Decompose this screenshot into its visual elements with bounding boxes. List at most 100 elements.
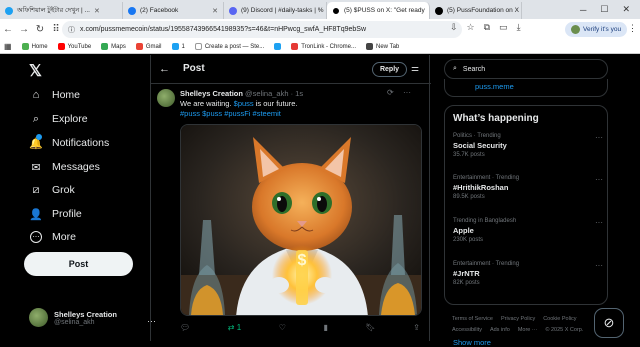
views-icon[interactable]: ▮ — [324, 323, 328, 332]
nav-item-explore[interactable]: ⌕ Explore — [30, 112, 88, 126]
trend-item[interactable]: Politics · Trending Social Security 35.7… — [453, 133, 603, 158]
cat-scientist-image: $ — [181, 125, 421, 315]
bookmark-star-icon[interactable]: ☆ — [467, 22, 475, 33]
bookmark-tronlink[interactable]: TronLink - Chrome... — [291, 43, 356, 50]
bookmark-maps[interactable]: Maps — [101, 43, 126, 50]
page-title: Post — [183, 63, 205, 74]
reply-icon[interactable]: 💬︎ — [180, 323, 190, 332]
retweet-action[interactable]: ⇄ 1 — [228, 323, 241, 332]
gmail-icon — [135, 43, 143, 50]
bookmark-youtube[interactable]: YouTube — [57, 43, 91, 50]
verify-button[interactable]: Verify it's you — [565, 22, 628, 37]
grok-icon: ⊘ — [603, 315, 615, 330]
account-switcher[interactable]: Shelleys Creation @selina_akh — [29, 308, 117, 327]
window-controls: ─ ☐ ✕ — [580, 0, 640, 19]
globe-icon — [366, 43, 374, 50]
bookmark-1[interactable]: 1 — [171, 43, 185, 50]
browser-tab-1[interactable]: অফিশিয়াল টুইটার দেখুন | ... ✕ — [0, 2, 123, 19]
bookmark-new-tab[interactable]: New Tab — [366, 43, 399, 50]
bookmark-icon[interactable]: 🔖︎ — [366, 323, 376, 332]
bookmark-blank[interactable] — [274, 43, 282, 50]
trend-item[interactable]: Entertainment · Trending #HrithikRoshan … — [453, 175, 603, 200]
x-logo-icon — [332, 6, 340, 15]
trend-more-icon[interactable]: ··· — [595, 175, 603, 184]
bookmarks-apps-icon[interactable]: ▦ — [4, 42, 12, 51]
site-info-icon[interactable]: ⓘ — [68, 25, 75, 35]
menu-kebab-icon[interactable]: ⋮ — [628, 23, 637, 34]
reload-icon[interactable]: ↻ — [32, 24, 48, 35]
grok-icon: ⧄ — [32, 183, 40, 196]
svg-text:$: $ — [298, 252, 307, 269]
trend-item[interactable]: Entertainment · Trending #JrNTR 82K post… — [453, 261, 603, 286]
browser-tab-5[interactable]: (5) PussFoundation on X — [430, 2, 522, 19]
discord-icon — [229, 6, 237, 15]
close-window-icon[interactable]: ✕ — [622, 4, 630, 15]
download-icon[interactable]: ⤓ — [517, 22, 521, 33]
browser-tab-2[interactable]: (2) Facebook ✕ — [123, 2, 224, 19]
nav-item-profile[interactable]: 👤 Profile — [29, 208, 82, 221]
more-circle-icon: ⋯ — [30, 231, 42, 243]
envelope-icon: ✉ — [31, 161, 41, 174]
left-navigation: 𝕏 ⌂ Home ⌕ Explore 🔔 Notifications ✉ Message… — [22, 55, 156, 341]
tweet-text: We are waiting. $puss is our future. — [180, 99, 298, 108]
profile-avatar-icon — [571, 25, 580, 34]
browser-tab-4-active[interactable]: (5) $PUSS on X: "Get ready✕ — [327, 2, 430, 19]
post-button[interactable]: Post — [24, 252, 133, 276]
trend-more-icon[interactable]: ··· — [595, 261, 603, 270]
nav-item-grok[interactable]: ⧄ Grok — [30, 183, 75, 197]
url-field[interactable]: ⓘ x.com/pussmemecoin/status/195587439665… — [62, 21, 462, 38]
trend-more-icon[interactable]: ··· — [595, 133, 603, 142]
x-logo-icon — [435, 6, 443, 15]
facebook-icon — [128, 6, 136, 15]
install-icon[interactable]: ⇩ — [450, 22, 458, 33]
hashtags[interactable]: #puss $puss #pussFi #steemit — [180, 109, 281, 118]
reply-button[interactable]: Reply — [372, 62, 407, 77]
minimize-icon[interactable]: ─ — [580, 5, 586, 15]
bookmark-home[interactable]: Home — [21, 43, 48, 50]
like-icon[interactable]: ♡ — [279, 323, 286, 332]
tronlink-icon — [291, 43, 299, 50]
tab-favicon-icon — [5, 6, 13, 15]
browser-tab-3[interactable]: (9) Discord | #daily-tasks | %✕ — [224, 2, 327, 19]
close-icon[interactable]: ✕ — [94, 7, 100, 15]
post-header: ← Post Reply ⚌ — [151, 55, 431, 84]
nav-item-home[interactable]: ⌂ Home — [30, 89, 80, 101]
nav-item-messages[interactable]: ✉ Messages — [30, 161, 99, 174]
maximize-icon[interactable]: ☐ — [600, 4, 608, 15]
bookmark-create-post[interactable]: Create a post — Ste... — [194, 43, 264, 50]
whats-happening-panel: What’s happening Politics · Trending Soc… — [444, 105, 608, 347]
tweet-image[interactable]: $ — [180, 124, 422, 316]
maps-icon — [101, 43, 109, 50]
browser-tab-bar: অফিশিয়াল টুইটার দেখুন | ... ✕ (2) Facebo… — [0, 0, 640, 19]
filter-sliders-icon[interactable]: ⚌ — [411, 63, 419, 74]
trend-item[interactable]: Trending in Bangladesh Apple 230K posts … — [453, 218, 603, 243]
back-icon[interactable]: ← — [0, 24, 16, 35]
trend-more-icon[interactable]: ··· — [595, 218, 603, 227]
back-arrow-icon[interactable]: ← — [159, 63, 170, 75]
search-icon: ⌕ — [32, 112, 40, 125]
whats-happening-title: What’s happening — [453, 113, 539, 124]
cashtag-link[interactable]: $puss — [234, 99, 254, 108]
share-icon[interactable]: ⇪ — [413, 323, 420, 332]
nav-item-notifications[interactable]: 🔔 Notifications — [29, 134, 109, 150]
tweet-author[interactable]: Shelleys Creation @selina_akh · 1s — [180, 89, 303, 98]
home-icon — [21, 43, 29, 50]
home-icon: ⌂ — [32, 89, 40, 101]
toolbar-icons: ⇩ ☆ ⧉ ▭ ⤓ — [450, 22, 521, 33]
close-icon[interactable]: ✕ — [212, 7, 218, 15]
search-input[interactable]: ⌕ Search — [444, 59, 608, 79]
forward-icon[interactable]: → — [16, 24, 32, 35]
extensions-icon[interactable]: ⧉ — [484, 22, 490, 33]
tweet-more-icon[interactable]: ··· — [403, 88, 411, 97]
grok-icon[interactable]: ⟳ — [387, 88, 394, 97]
show-more-link[interactable]: Show more — [453, 338, 491, 347]
top-trend-card[interactable]: puss.meme — [444, 79, 608, 97]
avatar[interactable] — [157, 89, 175, 107]
bookmark-gmail[interactable]: Gmail — [135, 43, 162, 50]
split-icon[interactable]: ▭ — [499, 22, 508, 33]
address-bar-row: ← → ↻ ⠿ ⓘ x.com/pussmemecoin/status/1955… — [0, 19, 640, 40]
person-icon: 👤 — [29, 208, 43, 221]
nav-item-more[interactable]: ⋯ More — [30, 231, 76, 243]
x-logo-icon[interactable]: 𝕏 — [29, 61, 42, 81]
grok-chat-button[interactable]: ⊘ — [594, 308, 624, 338]
